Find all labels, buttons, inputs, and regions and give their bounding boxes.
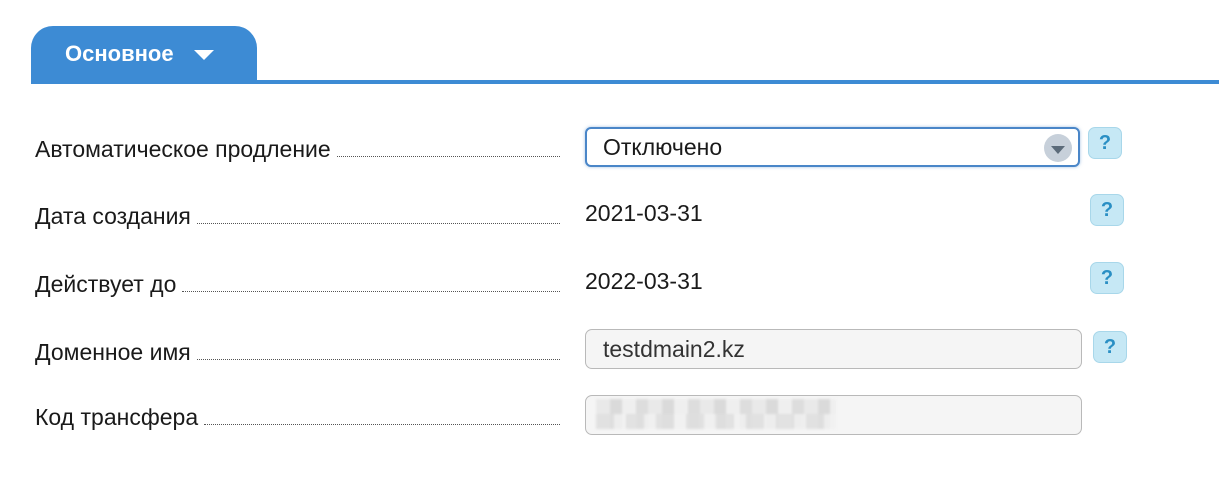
redacted-blur: [596, 399, 836, 429]
help-icon[interactable]: ?: [1093, 331, 1127, 363]
dotted-leader: [196, 359, 560, 360]
help-icon[interactable]: ?: [1090, 194, 1124, 226]
dotted-leader: [336, 156, 560, 157]
row-valid-until: Действует до 2022-03-31 ?: [0, 259, 1219, 307]
dotted-leader: [196, 223, 560, 224]
row-domain: Доменное имя testdmain2.kz ?: [0, 327, 1219, 375]
auto-renew-select[interactable]: Отключено: [585, 127, 1080, 167]
created-value: 2021-03-31: [585, 200, 703, 226]
dotted-leader: [182, 291, 560, 292]
help-icon[interactable]: ?: [1090, 262, 1124, 294]
transfer-code-label: Код трансфера: [35, 404, 199, 430]
chevron-down-icon: [193, 50, 214, 61]
dotted-leader: [204, 424, 560, 425]
domain-input[interactable]: testdmain2.kz: [585, 329, 1082, 369]
valid-until-label: Действует до: [35, 271, 177, 297]
row-transfer-code: Код трансфера: [0, 392, 1219, 440]
transfer-code-input[interactable]: [585, 395, 1082, 435]
auto-renew-label: Автоматическое продление: [35, 136, 331, 162]
select-arrow-icon[interactable]: [1044, 134, 1072, 162]
tab-main-label: Основное: [65, 41, 174, 67]
domain-label: Доменное имя: [35, 339, 191, 365]
row-created: Дата создания 2021-03-31 ?: [0, 191, 1219, 239]
help-icon[interactable]: ?: [1088, 127, 1122, 159]
row-auto-renew: Автоматическое продление Отключено ?: [0, 124, 1219, 172]
valid-until-value: 2022-03-31: [585, 268, 703, 294]
tab-underline: [31, 80, 1219, 84]
created-label: Дата создания: [35, 203, 191, 229]
tab-main[interactable]: Основное: [31, 26, 257, 83]
auto-renew-value: Отключено: [603, 134, 723, 160]
